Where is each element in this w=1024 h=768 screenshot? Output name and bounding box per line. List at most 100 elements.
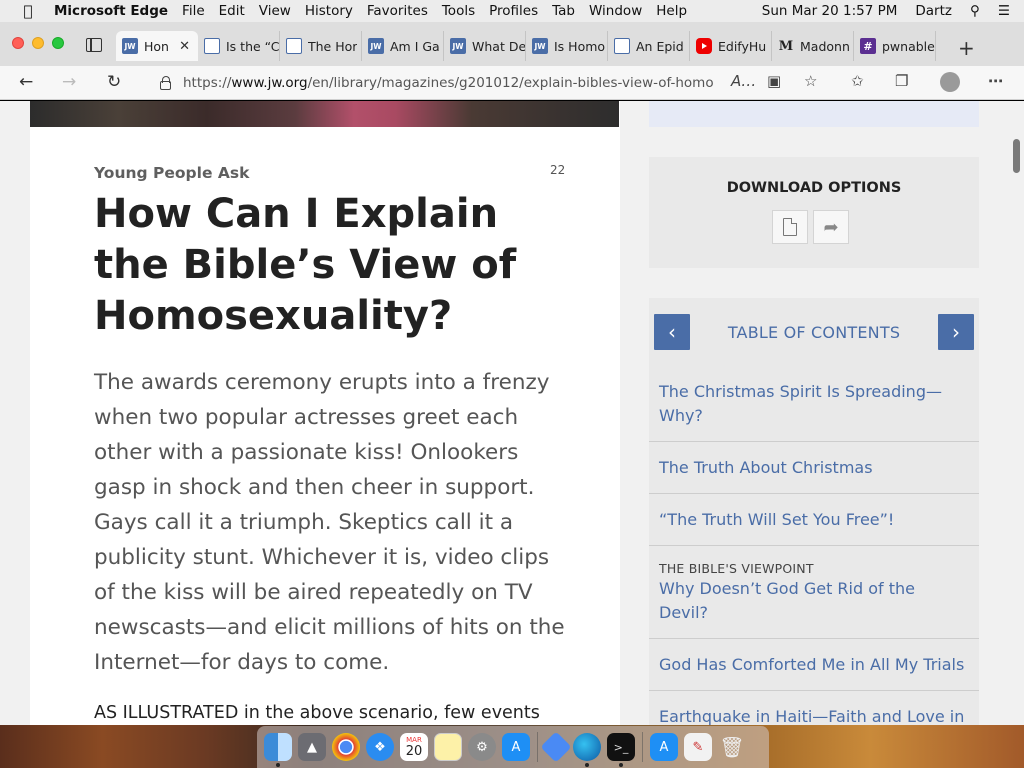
- menu-history[interactable]: History: [305, 3, 353, 19]
- tab[interactable]: An Epid: [608, 31, 690, 61]
- control-center-icon[interactable]: ☰: [998, 3, 1010, 19]
- menu-file[interactable]: File: [182, 3, 205, 19]
- tab[interactable]: Is the “C: [198, 31, 280, 61]
- menu-window[interactable]: Window: [589, 3, 642, 19]
- hero-image: [30, 101, 619, 127]
- window-controls: [12, 37, 72, 49]
- sidebar-top-panel: [649, 101, 979, 127]
- toc-item[interactable]: Earthquake in Haiti—Faith and Love in Ac…: [649, 691, 979, 725]
- menu-help[interactable]: Help: [656, 3, 687, 19]
- download-options-panel: DOWNLOAD OPTIONS ➦: [649, 157, 979, 268]
- web-page: Young People Ask 22 How Can I Explain th…: [0, 101, 1024, 725]
- notes-icon[interactable]: [434, 733, 462, 761]
- app-available-icon[interactable]: ▣: [767, 72, 781, 90]
- menu-profiles[interactable]: Profiles: [489, 3, 538, 19]
- toc-item-series: THE BIBLE'S VIEWPOINT: [659, 561, 814, 576]
- scrollbar-track[interactable]: [1008, 101, 1024, 725]
- spotlight-search-icon[interactable]: ⚲: [970, 3, 980, 19]
- tab-title: What De: [472, 38, 525, 54]
- toc-item[interactable]: God Has Comforted Me in All My Trials: [649, 639, 979, 691]
- m-favicon-icon: M: [778, 38, 794, 54]
- tab-list: JW Hon ✕ Is the “C The Hor JW Am I Ga JW…: [116, 31, 936, 61]
- tab-title: Is the “C: [226, 38, 279, 54]
- app-diamond-icon[interactable]: [540, 731, 572, 763]
- toc-item-label[interactable]: God Has Comforted Me in All My Trials: [659, 655, 964, 674]
- add-favorite-icon[interactable]: ☆: [804, 72, 817, 90]
- toc-item[interactable]: The Christmas Spirit Is Spreading—Why?: [649, 366, 979, 442]
- menu-view[interactable]: View: [259, 3, 291, 19]
- collections-icon[interactable]: ❐: [895, 72, 908, 90]
- article-headline: How Can I Explain the Bible’s View of Ho…: [94, 191, 517, 339]
- system-preferences-icon[interactable]: ⚙: [468, 733, 496, 761]
- apple-icon[interactable]: : [18, 2, 38, 20]
- close-window-button[interactable]: [12, 37, 24, 49]
- tab-title: pwnable: [882, 38, 935, 54]
- terminal-icon[interactable]: >_: [607, 733, 635, 767]
- edge-icon[interactable]: [573, 733, 601, 767]
- clock[interactable]: Sun Mar 20 1:57 PM: [762, 3, 898, 19]
- tab[interactable]: The Hor: [280, 31, 362, 61]
- tab[interactable]: EdifyHu: [690, 31, 772, 61]
- finder-icon[interactable]: [264, 733, 292, 767]
- safari-icon[interactable]: ❖: [366, 733, 394, 761]
- tab[interactable]: JW Is Homo: [526, 31, 608, 61]
- refresh-icon[interactable]: ↻: [107, 72, 121, 92]
- dock-separator: [642, 732, 643, 762]
- tab[interactable]: M Madonn: [772, 31, 854, 61]
- chrome-icon[interactable]: [332, 733, 360, 761]
- menu-edit[interactable]: Edit: [219, 3, 245, 19]
- menu-tools[interactable]: Tools: [442, 3, 475, 19]
- favorites-icon[interactable]: ✩: [851, 72, 864, 90]
- back-icon[interactable]: ←: [19, 72, 33, 92]
- toc-item[interactable]: THE BIBLE'S VIEWPOINT Why Doesn’t God Ge…: [649, 546, 979, 639]
- tab[interactable]: # pwnable: [854, 31, 936, 61]
- app-store-downloads-icon[interactable]: A: [650, 733, 678, 761]
- jw-favicon-icon: JW: [122, 38, 138, 54]
- toc-item-label[interactable]: Earthquake in Haiti—Faith and Love in Ac…: [659, 707, 964, 725]
- document-app-icon[interactable]: ✎: [684, 733, 712, 761]
- trash-icon[interactable]: 🗑: [718, 733, 746, 761]
- tab[interactable]: JW What De: [444, 31, 526, 61]
- tab[interactable]: JW Am I Ga: [362, 31, 444, 61]
- minimize-window-button[interactable]: [32, 37, 44, 49]
- app-store-icon[interactable]: A: [502, 733, 530, 761]
- app-name-menu[interactable]: Microsoft Edge: [54, 3, 168, 19]
- new-tab-icon[interactable]: +: [958, 36, 975, 60]
- toc-list: The Christmas Spirit Is Spreading—Why? T…: [649, 366, 979, 725]
- menu-tab[interactable]: Tab: [552, 3, 575, 19]
- tab-title: The Hor: [308, 38, 358, 54]
- launchpad-icon[interactable]: ▲: [298, 733, 326, 761]
- tab-title: EdifyHu: [718, 38, 767, 54]
- zoom-window-button[interactable]: [52, 37, 64, 49]
- download-options-title: DOWNLOAD OPTIONS: [726, 180, 902, 196]
- lock-icon[interactable]: [160, 75, 171, 90]
- scrollbar-thumb[interactable]: [1013, 139, 1020, 173]
- tab-actions-icon[interactable]: [86, 38, 102, 52]
- toc-item[interactable]: “The Truth Will Set You Free”!: [649, 494, 979, 546]
- table-of-contents: ‹ TABLE OF CONTENTS › The Christmas Spir…: [649, 298, 979, 725]
- menu-favorites[interactable]: Favorites: [367, 3, 428, 19]
- tab-active[interactable]: JW Hon ✕: [116, 31, 198, 61]
- toc-item-label[interactable]: The Truth About Christmas: [659, 458, 873, 477]
- calendar-icon[interactable]: MAR 20: [400, 733, 428, 761]
- running-indicator: [619, 763, 623, 767]
- share-button[interactable]: ➦: [813, 210, 849, 244]
- read-aloud-icon[interactable]: A…: [731, 72, 756, 90]
- toc-item-label[interactable]: Why Doesn’t God Get Rid of the Devil?: [659, 579, 915, 622]
- profile-avatar[interactable]: [940, 72, 960, 92]
- toc-next-button[interactable]: ›: [938, 314, 974, 350]
- download-button[interactable]: [772, 210, 808, 244]
- toc-item[interactable]: The Truth About Christmas: [649, 442, 979, 494]
- url-text[interactable]: https://www.jw.org/en/library/magazines/…: [183, 75, 713, 91]
- running-indicator: [585, 763, 589, 767]
- close-tab-icon[interactable]: ✕: [179, 39, 190, 54]
- toc-item-label[interactable]: The Christmas Spirit Is Spreading—Why?: [659, 382, 942, 425]
- more-icon[interactable]: ⋯: [988, 72, 1003, 90]
- toc-title[interactable]: TABLE OF CONTENTS: [649, 323, 979, 342]
- user-name[interactable]: Dartz: [915, 3, 952, 19]
- forward-icon[interactable]: →: [62, 72, 76, 92]
- page-number: 22: [550, 163, 566, 177]
- toc-item-label[interactable]: “The Truth Will Set You Free”!: [659, 510, 894, 529]
- tab-title: Hon: [144, 38, 169, 54]
- jw-favicon-icon: JW: [368, 38, 384, 54]
